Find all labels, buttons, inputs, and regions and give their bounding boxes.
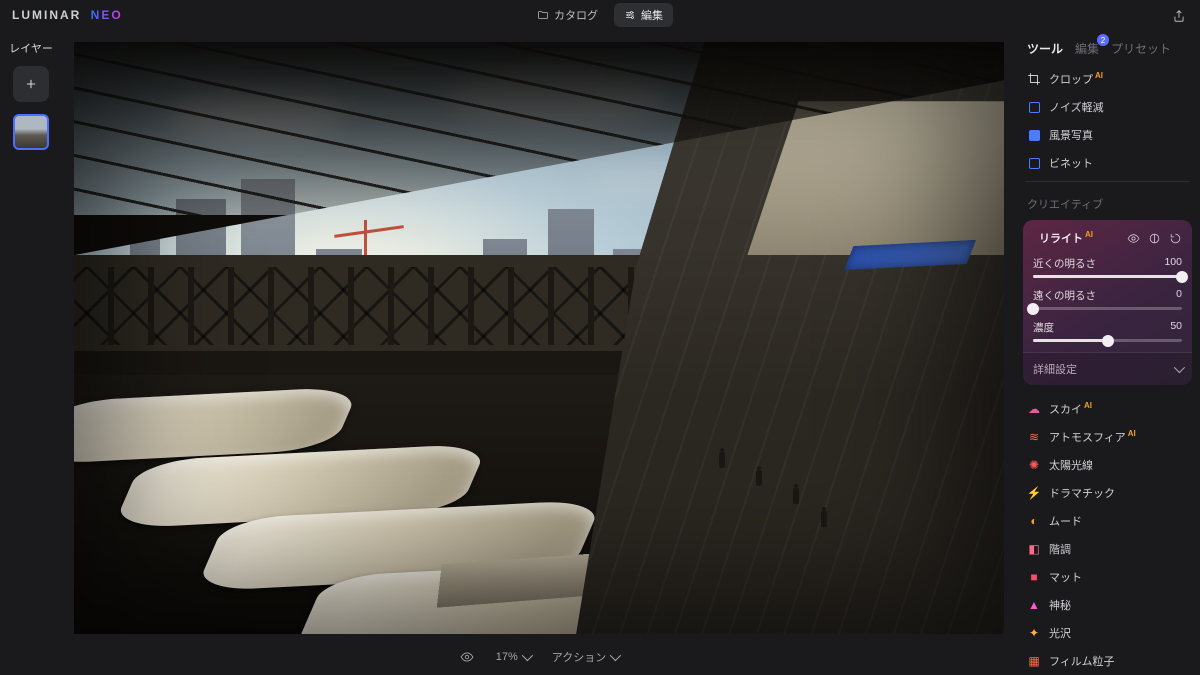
- square-fill-icon: [1027, 128, 1041, 142]
- tool-icon: ⚡: [1027, 486, 1041, 500]
- mask-icon[interactable]: [1148, 232, 1161, 245]
- tool-スカイ[interactable]: ☁ スカイAI: [1015, 395, 1200, 423]
- tool-icon: ■: [1027, 570, 1041, 584]
- slider-knob[interactable]: [1176, 271, 1188, 283]
- nav-edit-label: 編集: [641, 7, 663, 23]
- slider-遠くの明るさ[interactable]: 遠くの明るさ 0: [1033, 288, 1182, 310]
- tool-label: ビネット: [1049, 155, 1093, 171]
- tool-label: ムード: [1049, 513, 1082, 529]
- tool-label: 階調: [1049, 541, 1071, 557]
- tool-label: 神秘: [1049, 597, 1071, 613]
- square-icon: [1027, 156, 1041, 170]
- tool-icon: ◧: [1027, 542, 1041, 556]
- plus-icon: [24, 77, 38, 91]
- tool-icon: ✦: [1027, 626, 1041, 640]
- tool-label: アトモスフィアAI: [1049, 429, 1136, 445]
- layers-title: レイヤー: [9, 40, 53, 56]
- tool-label: 風景写真: [1049, 127, 1093, 143]
- tool-マット[interactable]: ■ マット: [1015, 563, 1200, 591]
- chevron-down-icon: [522, 650, 533, 661]
- chevron-down-icon: [610, 650, 621, 661]
- edits-badge: 2: [1097, 34, 1109, 46]
- nav-edit[interactable]: 編集: [614, 3, 673, 27]
- slider-value: 50: [1170, 320, 1182, 335]
- tool-クロップ[interactable]: クロップAI: [1015, 65, 1200, 93]
- tool-フィルム粒子[interactable]: ▦ フィルム粒子: [1015, 647, 1200, 675]
- nav-catalog-label: カタログ: [554, 7, 598, 23]
- tool-ムード[interactable]: ◐ ムード: [1015, 507, 1200, 535]
- crop-icon: [1027, 72, 1041, 86]
- tab-presets[interactable]: プリセット: [1111, 40, 1171, 57]
- tool-アトモスフィア[interactable]: ≋ アトモスフィアAI: [1015, 423, 1200, 451]
- tool-icon: ▲: [1027, 598, 1041, 612]
- tool-ビネット[interactable]: ビネット: [1015, 149, 1200, 177]
- slider-label: 濃度: [1033, 320, 1054, 335]
- tab-tools[interactable]: ツール: [1027, 40, 1063, 57]
- relight-advanced[interactable]: 詳細設定: [1023, 352, 1192, 385]
- slider-knob[interactable]: [1027, 303, 1039, 315]
- folder-icon: [537, 9, 549, 21]
- square-icon: [1027, 100, 1041, 114]
- share-icon[interactable]: [1172, 9, 1186, 23]
- nav-catalog[interactable]: カタログ: [527, 3, 608, 27]
- tool-icon: ◐: [1027, 514, 1041, 528]
- left-sidebar: レイヤー: [0, 34, 62, 675]
- slider-label: 遠くの明るさ: [1033, 288, 1096, 303]
- tool-label: 太陽光線: [1049, 457, 1093, 473]
- sliders-icon: [624, 9, 636, 21]
- tool-光沢[interactable]: ✦ 光沢: [1015, 619, 1200, 647]
- tool-ノイズ軽減[interactable]: ノイズ軽減: [1015, 93, 1200, 121]
- slider-knob[interactable]: [1102, 335, 1114, 347]
- canvas[interactable]: [74, 42, 1004, 634]
- tool-label: ドラマチック: [1049, 485, 1115, 501]
- tool-label: 光沢: [1049, 625, 1071, 641]
- zoom-dropdown[interactable]: 17%: [496, 651, 530, 663]
- slider-濃度[interactable]: 濃度 50: [1033, 320, 1182, 342]
- chevron-down-icon: [1174, 362, 1185, 373]
- eye-icon[interactable]: [1127, 232, 1140, 245]
- eye-icon[interactable]: [460, 650, 474, 664]
- action-dropdown[interactable]: アクション: [552, 649, 618, 665]
- slider-value: 100: [1164, 256, 1182, 271]
- top-bar: LUMINAR NEO カタログ 編集: [0, 0, 1200, 30]
- tab-edits[interactable]: 編集 2: [1075, 40, 1099, 57]
- tool-ドラマチック[interactable]: ⚡ ドラマチック: [1015, 479, 1200, 507]
- right-panel: ツール 編集 2 プリセット クロップAI ノイズ軽減風景写真ビネット クリエイテ…: [1015, 34, 1200, 675]
- panel-tabs: ツール 編集 2 プリセット: [1015, 34, 1200, 65]
- tool-label: スカイAI: [1049, 401, 1092, 417]
- slider-近くの明るさ[interactable]: 近くの明るさ 100: [1033, 256, 1182, 278]
- tool-label: マット: [1049, 569, 1082, 585]
- tool-icon: ☁: [1027, 402, 1041, 416]
- status-bar: 17% アクション: [74, 643, 1004, 671]
- tool-label: クロップAI: [1049, 71, 1103, 87]
- tool-太陽光線[interactable]: ✺ 太陽光線: [1015, 451, 1200, 479]
- app-logo: LUMINAR NEO: [12, 8, 123, 22]
- action-label: アクション: [552, 649, 606, 665]
- tool-label: ノイズ軽減: [1049, 99, 1104, 115]
- tool-relight-panel: リライトAI 近くの明るさ 100 遠くの明るさ 0 濃度 50 詳細設定: [1023, 220, 1192, 385]
- tool-風景写真[interactable]: 風景写真: [1015, 121, 1200, 149]
- layer-thumbnail[interactable]: [13, 114, 49, 150]
- tool-icon: ✺: [1027, 458, 1041, 472]
- tool-relight-label: リライトAI: [1039, 230, 1121, 246]
- tool-label: フィルム粒子: [1049, 653, 1115, 669]
- add-layer-button[interactable]: [13, 66, 49, 102]
- tool-icon: ≋: [1027, 430, 1041, 444]
- slider-value: 0: [1176, 288, 1182, 303]
- reset-icon[interactable]: [1169, 232, 1182, 245]
- zoom-value: 17%: [496, 651, 518, 663]
- tool-icon: ▦: [1027, 654, 1041, 668]
- tool-階調[interactable]: ◧ 階調: [1015, 535, 1200, 563]
- tool-神秘[interactable]: ▲ 神秘: [1015, 591, 1200, 619]
- slider-label: 近くの明るさ: [1033, 256, 1096, 271]
- section-creative: クリエイティブ: [1015, 186, 1200, 216]
